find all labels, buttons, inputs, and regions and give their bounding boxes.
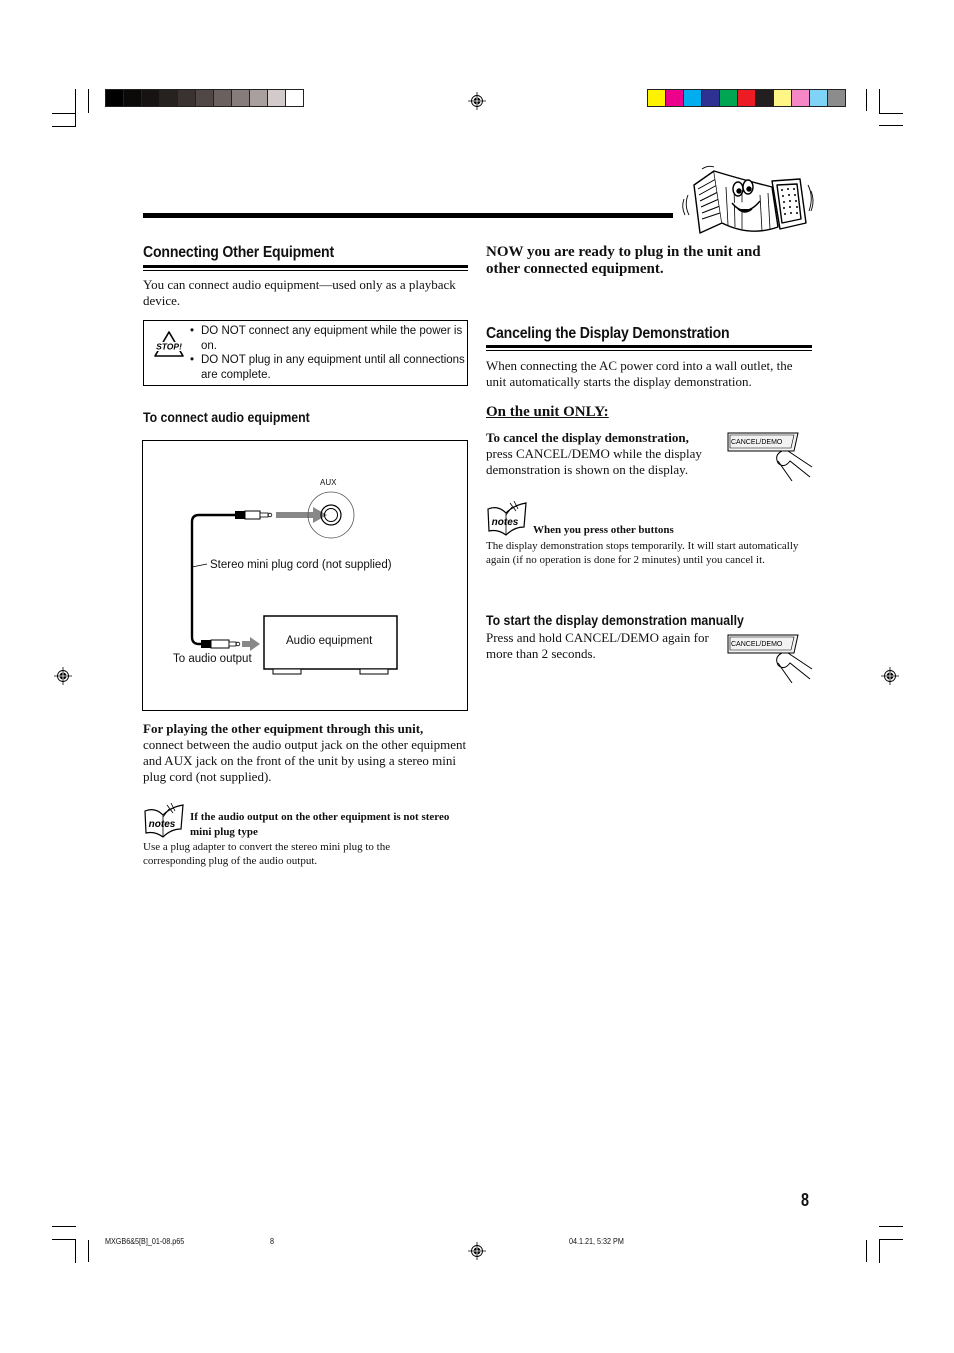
- crop-mark: [75, 1239, 76, 1263]
- instruction-bold: For playing the other equipment through …: [143, 721, 424, 736]
- note-text: Use a plug adapter to convert the stereo…: [143, 841, 391, 867]
- crop-mark: [88, 89, 89, 113]
- crop-mark: [879, 1239, 880, 1263]
- cancel-paragraph: To cancel the display demonstration, pre…: [486, 430, 716, 478]
- crop-mark: [866, 1240, 867, 1262]
- registration-mark-icon: [881, 667, 899, 685]
- crop-mark: [88, 1240, 89, 1262]
- crop-mark: [52, 1226, 76, 1227]
- color-swatch: [124, 90, 141, 106]
- output-label: To audio output: [173, 653, 252, 665]
- cord-label: Stereo mini plug cord (not supplied): [210, 559, 392, 571]
- canceling-intro: When connecting the AC power cord into a…: [486, 358, 793, 389]
- cmyk-color-bar: [647, 89, 846, 107]
- heading-rule: [486, 345, 812, 348]
- color-swatch: [702, 90, 719, 106]
- unit-only-heading: On the unit ONLY:: [486, 404, 609, 420]
- note-title: If the audio output on the other equipme…: [190, 811, 450, 838]
- crop-mark: [879, 1239, 903, 1240]
- instruction-paragraph: For playing the other equipment through …: [143, 721, 468, 785]
- color-swatch: [196, 90, 213, 106]
- heading-rule: [143, 265, 468, 268]
- caution-list: DO NOT connect any equipment while the p…: [190, 324, 465, 382]
- page-number: 8: [801, 1190, 810, 1210]
- ready-statement: NOW you are ready to plug in the unit an…: [486, 244, 761, 277]
- aux-label: AUX: [320, 478, 337, 487]
- section-heading-canceling: Canceling the Display Demonstration: [486, 325, 730, 342]
- crop-mark: [75, 89, 76, 127]
- cancel-text: press CANCEL/DEMO while the display demo…: [486, 446, 702, 477]
- subheading-connect-audio: To connect audio equipment: [143, 409, 310, 425]
- color-swatch: [666, 90, 683, 106]
- heading-rule: [486, 350, 812, 351]
- stop-warning-icon: STOP!: [154, 331, 184, 357]
- registration-mark-icon: [468, 92, 486, 110]
- color-swatch: [106, 90, 123, 106]
- connection-diagram: AUX Stereo mini plug cord (not supplied)…: [142, 440, 468, 711]
- notes-icon: notes: [487, 501, 527, 536]
- color-swatch: [232, 90, 249, 106]
- heading-rule: [143, 270, 468, 271]
- color-swatch: [774, 90, 791, 106]
- color-swatch: [684, 90, 701, 106]
- caution-box: STOP! DO NOT connect any equipment while…: [143, 320, 468, 386]
- connecting-intro: You can connect audio equipment—used onl…: [143, 277, 456, 308]
- registration-mark-icon: [54, 667, 72, 685]
- color-swatch: [250, 90, 267, 106]
- footer-timestamp: 04.1.21, 5:32 PM: [569, 1237, 624, 1246]
- crop-mark: [879, 113, 903, 114]
- manual-text: Press and hold CANCEL/DEMO again for mor…: [486, 630, 709, 661]
- notes-icon: notes: [144, 803, 184, 838]
- crop-mark: [879, 125, 903, 126]
- crop-mark: [52, 113, 76, 114]
- device-label: Audio equipment: [286, 635, 373, 647]
- connection-diagram-drawing: [190, 491, 398, 675]
- registration-mark-icon: [468, 1242, 486, 1260]
- color-swatch: [178, 90, 195, 106]
- stop-icon-label: STOP!: [156, 342, 182, 352]
- color-swatch: [214, 90, 231, 106]
- color-swatch: [268, 90, 285, 106]
- cancel-bold: To cancel the display demonstration,: [486, 430, 689, 445]
- color-swatch: [738, 90, 755, 106]
- color-swatch: [792, 90, 809, 106]
- bottom-plug-icon: [201, 639, 241, 649]
- notes-icon-label: notes: [492, 517, 519, 528]
- cancel-demo-button-icon: CANCEL/DEMO: [727, 634, 813, 683]
- crop-mark: [866, 89, 867, 111]
- note-title: When you press other buttons: [533, 524, 674, 536]
- color-swatch: [142, 90, 159, 106]
- grayscale-color-bar: [105, 89, 304, 107]
- insert-arrow: [276, 512, 316, 518]
- instruction-text: connect between the audio output jack on…: [143, 737, 467, 784]
- cancel-demo-button-icon: CANCEL/DEMO: [727, 432, 813, 481]
- crop-mark: [879, 89, 880, 113]
- color-swatch: [720, 90, 737, 106]
- caution-item: DO NOT plug in any equipment until all c…: [190, 353, 465, 382]
- accordion-mascot-icon: [682, 165, 814, 234]
- cancel-demo-label: CANCEL/DEMO: [731, 641, 783, 648]
- notes-icon-label: notes: [149, 819, 176, 830]
- caution-item: DO NOT connect any equipment while the p…: [190, 324, 465, 353]
- footer-page: 8: [270, 1237, 275, 1246]
- crop-mark: [879, 1226, 903, 1227]
- color-swatch: [756, 90, 773, 106]
- top-plug-icon: [235, 510, 273, 520]
- cancel-demo-label: CANCEL/DEMO: [731, 439, 783, 446]
- section-heading-connecting: Connecting Other Equipment: [143, 244, 334, 261]
- crop-mark: [52, 126, 76, 127]
- color-swatch: [810, 90, 827, 106]
- color-swatch: [286, 90, 303, 106]
- note-text: The display demonstration stops temporar…: [486, 540, 799, 566]
- subheading-manual-demo: To start the display demonstration manua…: [486, 612, 744, 628]
- crop-mark: [52, 1239, 76, 1240]
- header-rule: [143, 213, 673, 218]
- color-swatch: [828, 90, 845, 106]
- cord-line: [190, 513, 238, 646]
- cancel-demo-button-illustration: CANCEL/DEMO: [726, 431, 816, 481]
- cancel-demo-button-illustration: CANCEL/DEMO: [726, 633, 816, 683]
- footer-filename: MXGB6&5[B]_01-08.p65: [105, 1237, 185, 1246]
- color-swatch: [160, 90, 177, 106]
- color-swatch: [648, 90, 665, 106]
